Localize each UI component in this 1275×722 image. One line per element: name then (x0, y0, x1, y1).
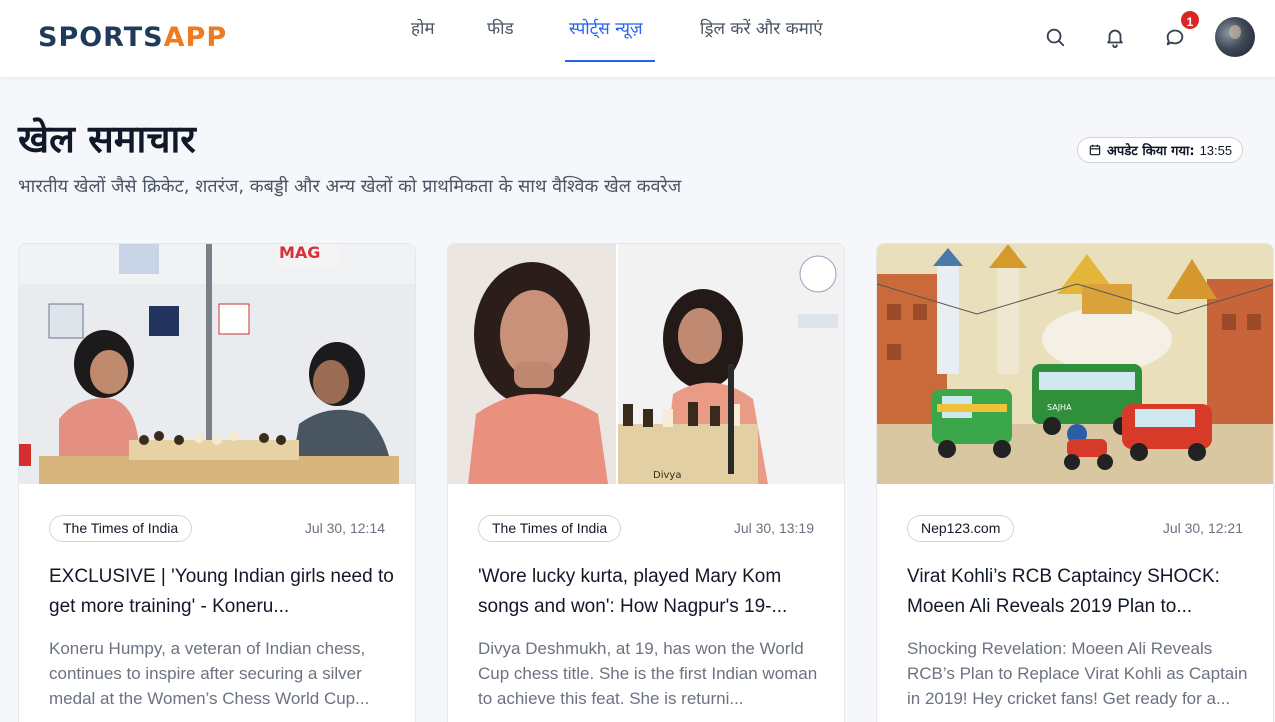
svg-text:MAG: MAG (279, 244, 320, 262)
search-icon[interactable] (1044, 26, 1066, 48)
logo-text-sports: SPORTS (38, 22, 164, 53)
bell-icon[interactable] (1104, 26, 1126, 48)
kathmandu-street-illustration: SAJHA (877, 244, 1273, 484)
article-title[interactable]: Virat Kohli’s RCB Captaincy SHOCK: Moeen… (907, 562, 1252, 622)
article-title[interactable]: 'Wore lucky kurta, played Mary Kom songs… (478, 562, 823, 622)
chess-match-photo: MAG (19, 244, 415, 484)
news-card[interactable]: Divya The Times of India Jul 30, 13:19 '… (447, 243, 845, 722)
nav-item-home[interactable]: होम (411, 16, 435, 39)
nav-item-drill-and-earn[interactable]: ड्रिल करें और कमाएं (700, 16, 823, 39)
updated-label: अपडेट किया गया: (1107, 144, 1195, 159)
source-badge: Nep123.com (907, 515, 1015, 542)
messages-badge: 1 (1179, 9, 1201, 31)
top-header: SPORTSAPP होम फीड स्पोर्ट्स न्यूज़ ड्रिल… (0, 0, 1275, 77)
source-badge: The Times of India (49, 515, 193, 542)
updated-time: 13:55 (1199, 142, 1233, 158)
nav-item-sports-news[interactable]: स्पोर्ट्स न्यूज़ (569, 16, 643, 39)
nameplate-text: Divya (653, 470, 681, 481)
article-time: Jul 30, 12:14 (304, 520, 385, 536)
article-description: Shocking Revelation: Moeen Ali Reveals R… (907, 639, 1248, 708)
page-subtitle: भारतीय खेलों जैसे क्रिकेट, शतरंज, कबड्डी… (18, 176, 682, 197)
avatar[interactable] (1215, 17, 1255, 57)
active-tab-indicator (565, 60, 655, 62)
bus-text: SAJHA (1047, 403, 1072, 412)
news-card[interactable]: MAG The Times of India Jul 30, 12:14 EXC… (18, 243, 416, 722)
calendar-icon (1089, 144, 1101, 156)
article-time: Jul 30, 12:21 (1162, 520, 1243, 536)
nav-item-feed[interactable]: फीड (487, 16, 514, 39)
article-description: Koneru Humpy, a veteran of Indian chess,… (49, 639, 370, 708)
article-time: Jul 30, 13:19 (733, 520, 814, 536)
source-badge: The Times of India (478, 515, 622, 542)
news-card[interactable]: SAJHA Nep123.com Jul 30, 12:21 Virat Koh… (876, 243, 1274, 722)
app-logo[interactable]: SPORTSAPP (38, 22, 227, 53)
article-title[interactable]: EXCLUSIVE | 'Young Indian girls need to … (49, 562, 394, 622)
logo-text-app: APP (163, 22, 228, 53)
chess-player-photo: Divya (448, 244, 844, 484)
page-title: खेल समाचार (18, 117, 196, 161)
updated-badge: अपडेट किया गया: 13:55 (1077, 137, 1244, 163)
chat-icon[interactable] (1164, 26, 1186, 48)
article-description: Divya Deshmukh, at 19, has won the World… (478, 639, 818, 708)
